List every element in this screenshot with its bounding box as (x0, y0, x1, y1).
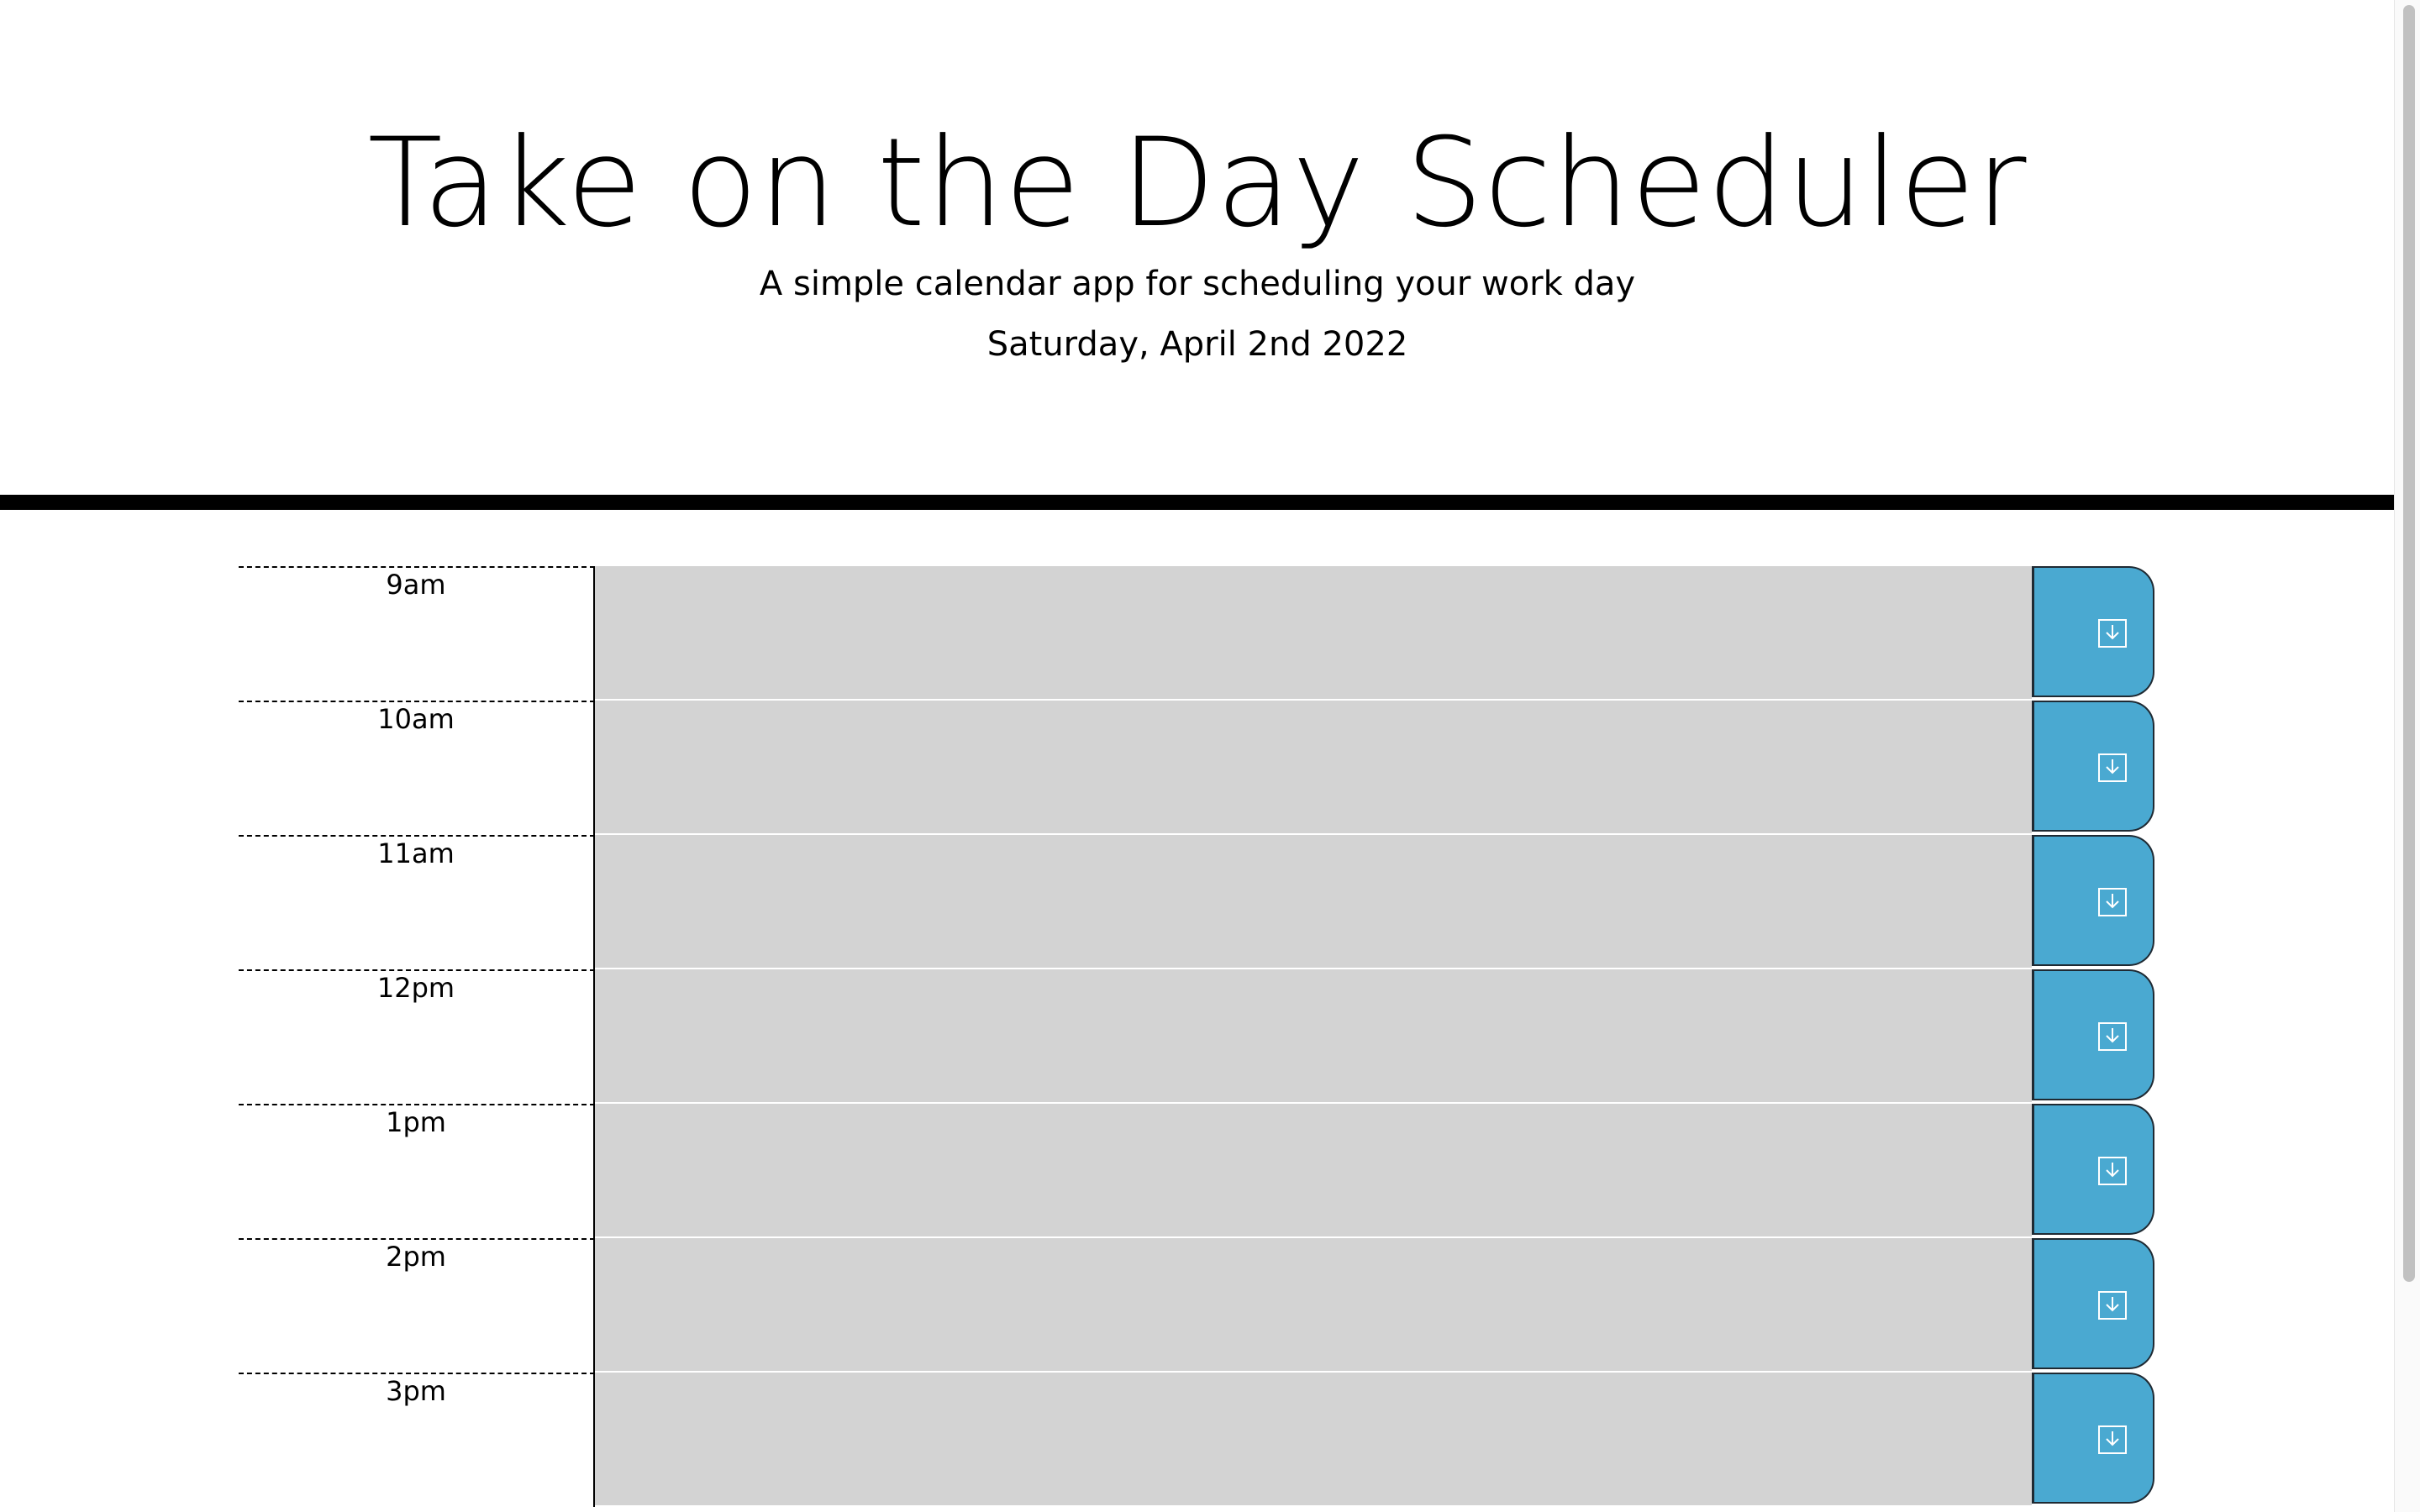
event-description-input[interactable] (595, 1373, 2032, 1507)
save-button[interactable] (2032, 1104, 2154, 1235)
time-block-11am: 11am (239, 835, 2156, 969)
header-divider (0, 495, 2395, 510)
time-block-3pm: 3pm (239, 1373, 2156, 1507)
hour-text: 2pm (386, 1241, 446, 1273)
event-description-input[interactable] (595, 701, 2032, 835)
scrollbar-thumb[interactable] (2403, 5, 2415, 1282)
header: Take on the Day Scheduler A simple calen… (0, 0, 2395, 496)
event-description-input[interactable] (595, 835, 2032, 969)
time-block-2pm: 2pm (239, 1238, 2156, 1373)
hour-label: 11am (239, 835, 595, 969)
save-icon (2098, 619, 2127, 648)
hour-label: 3pm (239, 1373, 595, 1507)
hour-text: 11am (377, 837, 455, 869)
save-icon (2098, 753, 2127, 782)
save-icon (2098, 1425, 2127, 1454)
hour-label: 12pm (239, 969, 595, 1104)
save-button[interactable] (2032, 566, 2154, 697)
page-scrollbar[interactable] (2394, 0, 2420, 1512)
save-icon (2098, 1157, 2127, 1185)
event-description-input[interactable] (595, 1104, 2032, 1238)
hour-label: 2pm (239, 1238, 595, 1373)
time-block-1pm: 1pm (239, 1104, 2156, 1238)
time-block-10am: 10am (239, 701, 2156, 835)
app-subtitle: A simple calendar app for scheduling you… (759, 265, 1636, 303)
hour-text: 9am (386, 569, 446, 601)
event-description-input[interactable] (595, 969, 2032, 1104)
hour-text: 10am (377, 703, 455, 735)
save-button[interactable] (2032, 701, 2154, 832)
save-button[interactable] (2032, 969, 2154, 1100)
save-icon (2098, 1022, 2127, 1051)
app-title: Take on the Day Scheduler (367, 112, 2028, 255)
hour-text: 1pm (386, 1106, 446, 1138)
hour-text: 3pm (386, 1375, 446, 1407)
scheduler-page: Take on the Day Scheduler A simple calen… (0, 0, 2420, 1512)
hour-text: 12pm (376, 972, 455, 1004)
current-day: Saturday, April 2nd 2022 (986, 325, 1408, 364)
save-button[interactable] (2032, 1373, 2154, 1504)
schedule-container: 9am 10am 11am 12pm 1pm 2pm 3pm (239, 566, 2156, 1507)
save-button[interactable] (2032, 1238, 2154, 1369)
event-description-input[interactable] (595, 1238, 2032, 1373)
save-icon (2098, 888, 2127, 916)
save-button[interactable] (2032, 835, 2154, 966)
event-description-input[interactable] (595, 566, 2032, 701)
hour-label: 10am (239, 701, 595, 835)
hour-label: 9am (239, 566, 595, 701)
time-block-12pm: 12pm (239, 969, 2156, 1104)
hour-label: 1pm (239, 1104, 595, 1238)
save-icon (2098, 1291, 2127, 1320)
time-block-9am: 9am (239, 566, 2156, 701)
